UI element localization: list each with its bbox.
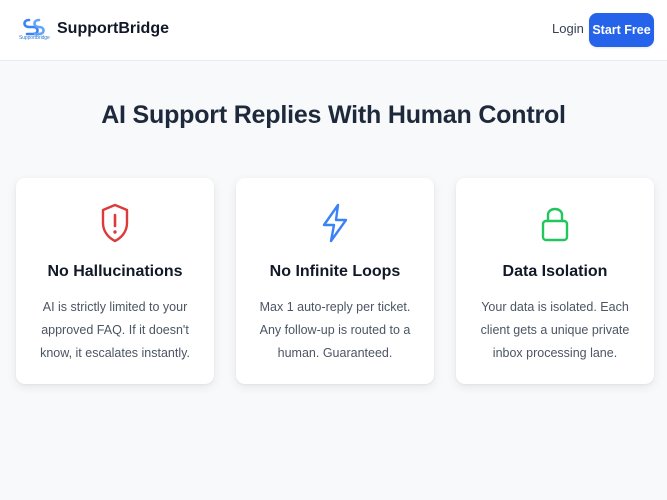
feature-card-no-infinite-loops: No Infinite Loops Max 1 auto-reply per t… <box>236 178 434 384</box>
lightning-icon <box>322 203 348 243</box>
feature-title: No Infinite Loops <box>269 263 401 280</box>
feature-description: Your data is isolated. Each client gets … <box>480 300 630 360</box>
feature-title: Data Isolation <box>502 263 608 280</box>
page-title: AI Support Replies With Human Control <box>101 101 566 129</box>
feature-title: No Hallucinations <box>47 263 183 280</box>
logo-caption: SupportBridge <box>19 35 50 41</box>
lock-icon <box>541 207 569 242</box>
feature-card-data-isolation: Data Isolation Your data is isolated. Ea… <box>456 178 654 384</box>
feature-card-no-hallucinations: No Hallucinations AI is strictly limited… <box>16 178 214 384</box>
brand-name[interactable]: SupportBridge <box>57 20 169 38</box>
shield-alert-icon <box>101 203 129 243</box>
start-free-button[interactable]: Start Free <box>589 13 654 47</box>
navbar: SupportBridge SupportBridge Login Start … <box>0 0 667 61</box>
feature-description: Max 1 auto-reply per ticket. Any follow-… <box>259 300 411 360</box>
feature-description: AI is strictly limited to your approved … <box>40 300 190 360</box>
login-link[interactable]: Login <box>552 21 584 36</box>
